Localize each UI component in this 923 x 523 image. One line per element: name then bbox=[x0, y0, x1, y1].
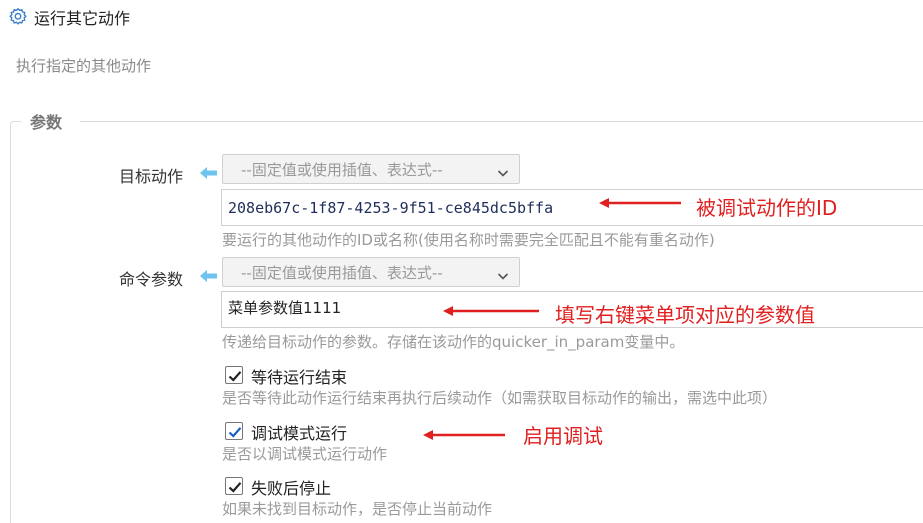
arrow-left-icon[interactable] bbox=[199, 268, 219, 284]
debug-mode-hint: 是否以调试模式运行动作 bbox=[222, 445, 388, 463]
target-action-label: 目标动作 bbox=[119, 167, 184, 186]
annotation-arrow-icon bbox=[423, 430, 505, 440]
annotation-id-note: 被调试动作的ID bbox=[696, 196, 838, 220]
annotation-param-note: 填写右键菜单项对应的参数值 bbox=[555, 303, 815, 327]
group-border-top bbox=[80, 121, 923, 122]
debug-mode-label[interactable]: 调试模式运行 bbox=[251, 420, 347, 444]
wait-finish-hint: 是否等待此动作运行结束再执行后续动作（如需获取目标动作的输出，需选中此项） bbox=[222, 389, 778, 407]
header: 运行其它动作 bbox=[8, 6, 130, 28]
select-placeholder: --固定值或使用插值、表达式-- bbox=[241, 263, 443, 282]
page-title: 运行其它动作 bbox=[34, 9, 131, 28]
chevron-down-icon bbox=[497, 164, 509, 177]
wait-finish-checkbox[interactable] bbox=[225, 366, 243, 384]
checkmark-icon bbox=[228, 371, 242, 382]
stop-on-fail-checkbox[interactable] bbox=[225, 477, 243, 495]
target-action-mode-select[interactable]: --固定值或使用插值、表达式-- bbox=[222, 154, 520, 184]
command-param-hint: 传递给目标动作的参数。存储在该动作的quicker_in_param变量中。 bbox=[222, 333, 685, 351]
annotation-arrow-icon bbox=[443, 306, 539, 316]
annotation-arrow-icon bbox=[599, 198, 681, 208]
checkmark-icon bbox=[228, 482, 242, 493]
gear-icon bbox=[8, 7, 28, 27]
command-param-mode-select[interactable]: --固定值或使用插值、表达式-- bbox=[222, 257, 520, 287]
arrow-left-icon[interactable] bbox=[199, 165, 219, 181]
command-param-label: 命令参数 bbox=[119, 270, 184, 289]
chevron-down-icon bbox=[497, 267, 509, 280]
target-action-hint: 要运行的其他动作的ID或名称(使用名称时需要完全匹配且不能有重名动作) bbox=[222, 231, 715, 249]
checkmark-icon bbox=[228, 427, 242, 438]
group-border-left bbox=[10, 128, 11, 523]
stop-on-fail-label[interactable]: 失败后停止 bbox=[251, 475, 331, 499]
annotation-debug-note: 启用调试 bbox=[523, 424, 603, 448]
debug-mode-checkbox[interactable] bbox=[225, 422, 243, 440]
wait-finish-label[interactable]: 等待运行结束 bbox=[251, 364, 347, 388]
group-border-corner bbox=[10, 121, 21, 130]
select-placeholder: --固定值或使用插值、表达式-- bbox=[241, 160, 443, 179]
group-legend: 参数 bbox=[30, 113, 63, 132]
page-subtitle: 执行指定的其他动作 bbox=[16, 57, 152, 75]
stop-on-fail-hint: 如果未找到目标动作，是否停止当前动作 bbox=[222, 500, 493, 518]
